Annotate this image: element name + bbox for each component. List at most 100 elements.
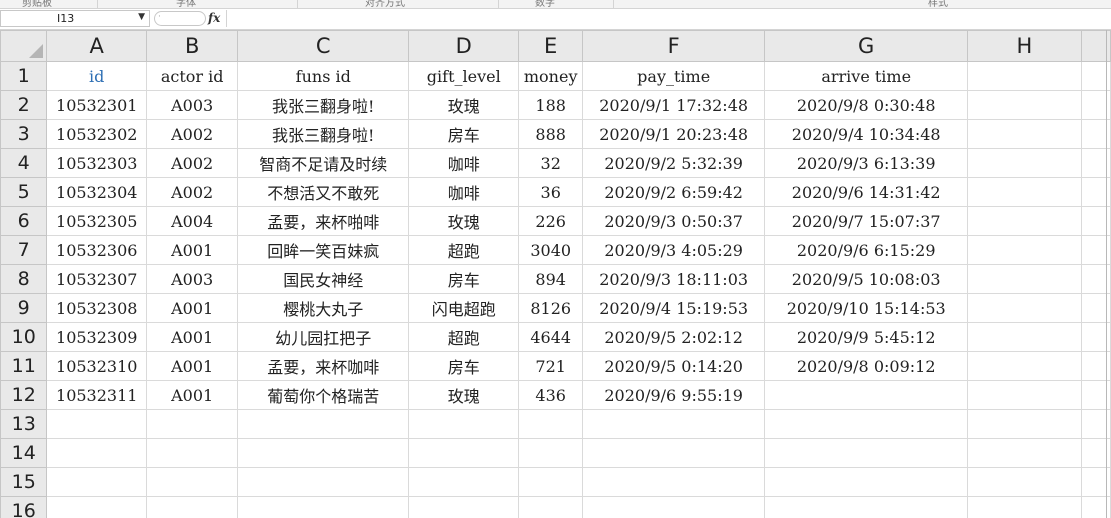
cell-actor-id[interactable]: A001: [146, 351, 239, 381]
cell-gift-level[interactable]: [408, 438, 520, 468]
cell-h[interactable]: [967, 119, 1082, 149]
cell-pay-time[interactable]: 2020/9/4 15:19:53: [582, 293, 766, 323]
cell-h[interactable]: [967, 351, 1082, 381]
cell-pay-time[interactable]: 2020/9/5 0:14:20: [582, 351, 766, 381]
header-cell-pay-time[interactable]: pay_time: [582, 61, 766, 91]
cell-actor-id[interactable]: A001: [146, 235, 239, 265]
cell-gift-level[interactable]: [408, 409, 520, 439]
cell-id[interactable]: 10532308: [46, 293, 148, 323]
cell-money[interactable]: 188: [518, 90, 584, 120]
cell-actor-id[interactable]: A004: [146, 206, 239, 236]
row-header[interactable]: 15: [0, 467, 48, 497]
cell-money[interactable]: 8126: [518, 293, 584, 323]
cell-funs-id[interactable]: 回眸一笑百妹疯: [237, 235, 410, 265]
cell-actor-id[interactable]: A003: [146, 264, 239, 294]
cell-pay-time[interactable]: 2020/9/1 17:32:48: [582, 90, 766, 120]
cell-h[interactable]: [967, 322, 1082, 352]
cell-funs-id[interactable]: 国民女神经: [237, 264, 410, 294]
cell-id[interactable]: 10532305: [46, 206, 148, 236]
cell-gift-level[interactable]: 咖啡: [408, 177, 520, 207]
cell-gift-level[interactable]: 闪电超跑: [408, 293, 520, 323]
cell-actor-id[interactable]: A001: [146, 293, 239, 323]
row-header[interactable]: 16: [0, 496, 48, 518]
cell-pay-time[interactable]: 2020/9/1 20:23:48: [582, 119, 766, 149]
column-header-a[interactable]: A: [46, 30, 148, 62]
cell-money[interactable]: 4644: [518, 322, 584, 352]
cell-actor-id[interactable]: A002: [146, 148, 239, 178]
row-header[interactable]: 9: [0, 293, 48, 323]
cell-actor-id[interactable]: A002: [146, 177, 239, 207]
cell-funs-id[interactable]: 不想活又不敢死: [237, 177, 410, 207]
cell-actor-id[interactable]: [146, 496, 239, 518]
cell-id[interactable]: 10532303: [46, 148, 148, 178]
cell-id[interactable]: [46, 409, 148, 439]
column-header-h[interactable]: H: [967, 30, 1082, 62]
cell-actor-id[interactable]: [146, 467, 239, 497]
cell-h[interactable]: [967, 380, 1082, 410]
cell-arrive-time[interactable]: 2020/9/6 14:31:42: [764, 177, 969, 207]
cell-arrive-time[interactable]: [764, 438, 969, 468]
cell-arrive-time[interactable]: 2020/9/9 5:45:12: [764, 322, 969, 352]
header-cell-funs-id[interactable]: funs id: [237, 61, 410, 91]
cell-funs-id[interactable]: [237, 438, 410, 468]
cell-pay-time[interactable]: 2020/9/3 0:50:37: [582, 206, 766, 236]
chevron-down-icon[interactable]: ▼: [138, 12, 145, 22]
cell-h[interactable]: [967, 235, 1082, 265]
cell-arrive-time[interactable]: 2020/9/8 0:09:12: [764, 351, 969, 381]
cell-arrive-time[interactable]: 2020/9/3 6:13:39: [764, 148, 969, 178]
cell-gift-level[interactable]: 超跑: [408, 322, 520, 352]
cell-h[interactable]: [967, 467, 1082, 497]
cell-actor-id[interactable]: [146, 438, 239, 468]
name-box[interactable]: I13 ▼: [0, 10, 150, 27]
cell-actor-id[interactable]: [146, 409, 239, 439]
header-cell-gift-level[interactable]: gift_level: [408, 61, 520, 91]
cell-money[interactable]: 888: [518, 119, 584, 149]
cell-pay-time[interactable]: 2020/9/6 9:55:19: [582, 380, 766, 410]
header-cell-money[interactable]: money: [518, 61, 584, 91]
row-header[interactable]: 5: [0, 177, 48, 207]
cell-money[interactable]: [518, 467, 584, 497]
cell-money[interactable]: 226: [518, 206, 584, 236]
cell-gift-level[interactable]: 房车: [408, 351, 520, 381]
header-cell-arrive-time[interactable]: arrive time: [764, 61, 969, 91]
cell-id[interactable]: 10532309: [46, 322, 148, 352]
cell-gift-level[interactable]: 超跑: [408, 235, 520, 265]
cell-money[interactable]: [518, 409, 584, 439]
cell-id[interactable]: 10532302: [46, 119, 148, 149]
cell-h[interactable]: [967, 438, 1082, 468]
cell-arrive-time[interactable]: 2020/9/6 6:15:29: [764, 235, 969, 265]
cell-id[interactable]: [46, 438, 148, 468]
cell-funs-id[interactable]: [237, 496, 410, 518]
row-header[interactable]: 13: [0, 409, 48, 439]
cell-id[interactable]: 10532304: [46, 177, 148, 207]
cell-funs-id[interactable]: [237, 467, 410, 497]
row-header[interactable]: 4: [0, 148, 48, 178]
cell-h[interactable]: [967, 90, 1082, 120]
cell-pay-time[interactable]: 2020/9/3 4:05:29: [582, 235, 766, 265]
formula-cancel-button[interactable]: ·: [154, 11, 206, 26]
cell-arrive-time[interactable]: 2020/9/7 15:07:37: [764, 206, 969, 236]
cell-pay-time[interactable]: 2020/9/5 2:02:12: [582, 322, 766, 352]
header-cell-h[interactable]: [967, 61, 1082, 91]
header-cell-actor-id[interactable]: actor id: [146, 61, 239, 91]
cell-funs-id[interactable]: 我张三翻身啦!: [237, 90, 410, 120]
cell-pay-time[interactable]: [582, 409, 766, 439]
cell-pay-time[interactable]: [582, 496, 766, 518]
cell-h[interactable]: [967, 496, 1082, 518]
row-header[interactable]: 10: [0, 322, 48, 352]
cell-gift-level[interactable]: [408, 467, 520, 497]
column-header-g[interactable]: G: [764, 30, 969, 62]
cell-id[interactable]: 10532301: [46, 90, 148, 120]
row-header[interactable]: 2: [0, 90, 48, 120]
column-header-c[interactable]: C: [237, 30, 410, 62]
cell-gift-level[interactable]: [408, 496, 520, 518]
cell-money[interactable]: 32: [518, 148, 584, 178]
insert-function-icon[interactable]: fx: [208, 11, 220, 25]
column-header-f[interactable]: F: [582, 30, 766, 62]
column-header-b[interactable]: B: [146, 30, 239, 62]
cell-funs-id[interactable]: 智商不足请及时续: [237, 148, 410, 178]
column-header-d[interactable]: D: [408, 30, 520, 62]
cell-gift-level[interactable]: 玫瑰: [408, 90, 520, 120]
column-header-e[interactable]: E: [518, 30, 584, 62]
formula-input[interactable]: [226, 10, 1107, 27]
